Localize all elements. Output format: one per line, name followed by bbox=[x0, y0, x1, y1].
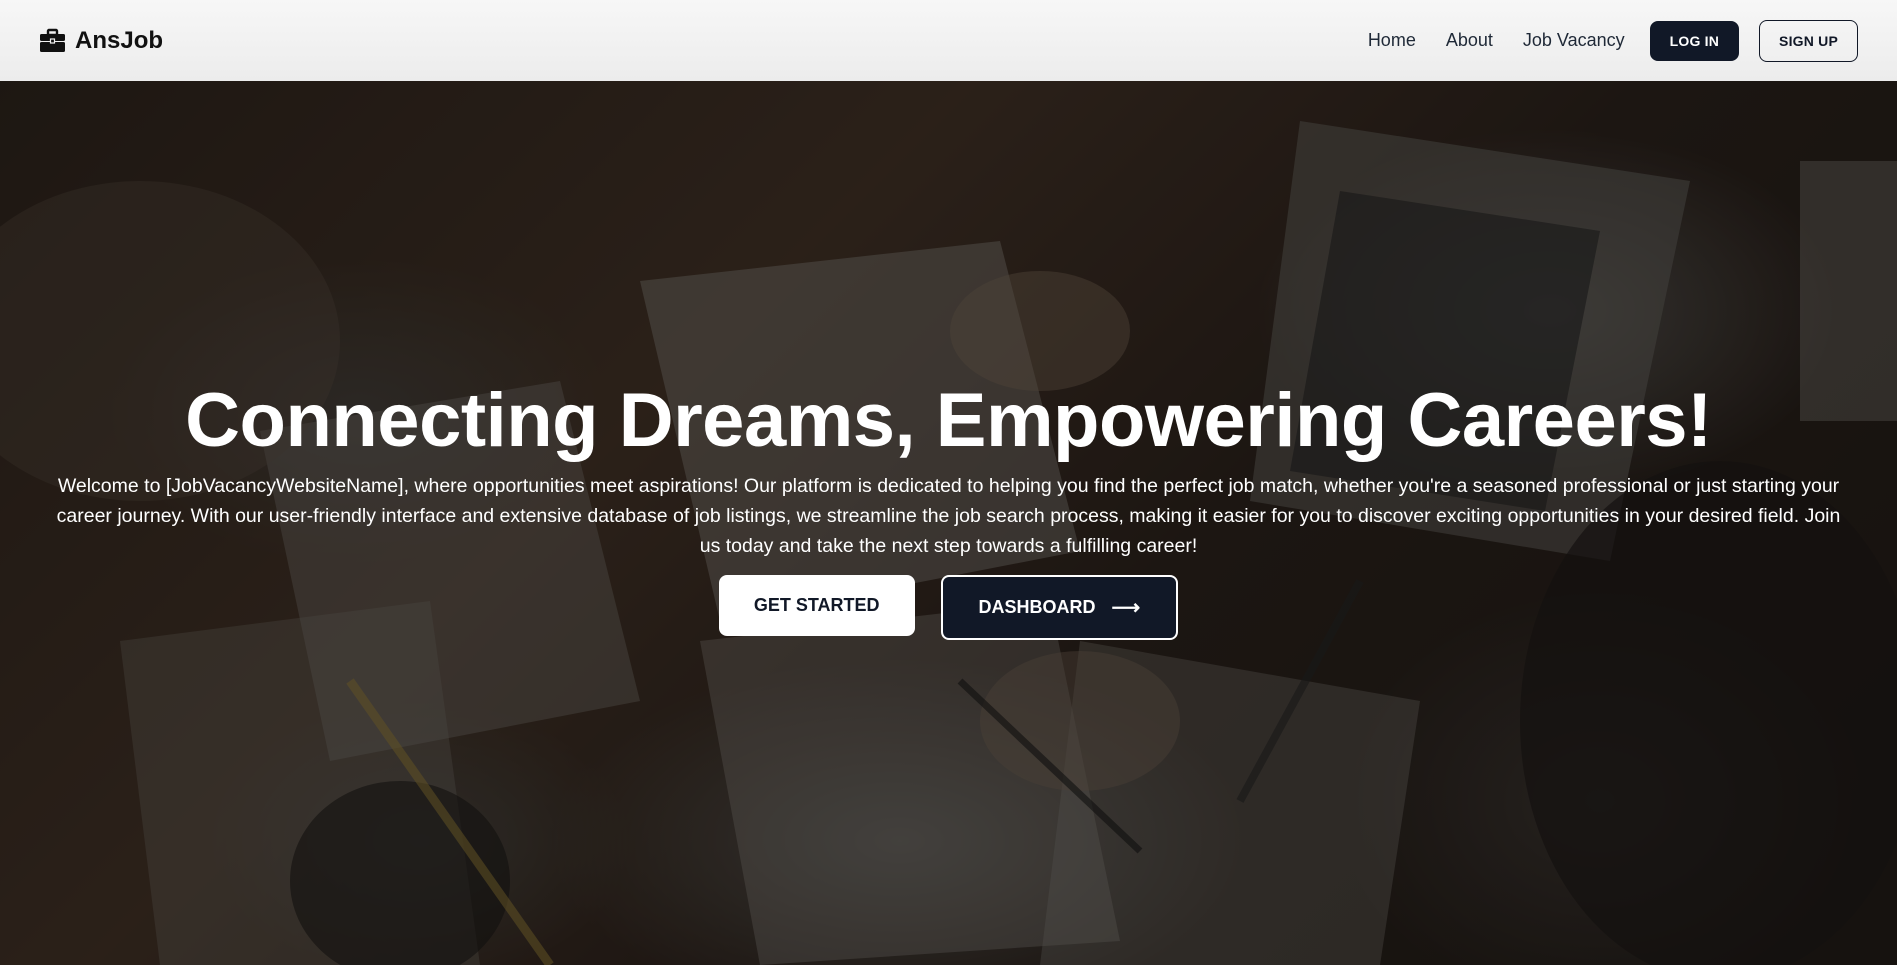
brand-logo[interactable]: AnsJob bbox=[39, 27, 163, 55]
nav-link-home[interactable]: Home bbox=[1368, 30, 1416, 51]
dashboard-button[interactable]: DASHBOARD ⟶ bbox=[940, 575, 1179, 641]
dashboard-button-label: DASHBOARD bbox=[978, 597, 1096, 618]
hero-actions: GET STARTED DASHBOARD ⟶ bbox=[718, 575, 1179, 641]
nav-link-job-vacancy[interactable]: Job Vacancy bbox=[1523, 30, 1625, 51]
navbar: AnsJob Home About Job Vacancy LOG IN SIG… bbox=[0, 0, 1897, 81]
hero-content: Connecting Dreams, Empowering Careers! W… bbox=[0, 378, 1897, 641]
briefcase-icon bbox=[40, 28, 65, 52]
get-started-button[interactable]: GET STARTED bbox=[718, 575, 915, 637]
main-nav: Home About Job Vacancy LOG IN SIGN UP bbox=[1368, 19, 1858, 62]
hero-description: Welcome to [JobVacancyWebsiteName], wher… bbox=[56, 475, 1841, 558]
brand-name: AnsJob bbox=[75, 26, 164, 54]
signup-button[interactable]: SIGN UP bbox=[1759, 19, 1858, 62]
login-button[interactable]: LOG IN bbox=[1649, 20, 1740, 61]
nav-link-about[interactable]: About bbox=[1446, 30, 1493, 51]
hero-title: Connecting Dreams, Empowering Careers! bbox=[185, 378, 1712, 463]
arrow-right-icon: ⟶ bbox=[1111, 596, 1141, 619]
hero-section: Connecting Dreams, Empowering Careers! W… bbox=[0, 81, 1897, 965]
